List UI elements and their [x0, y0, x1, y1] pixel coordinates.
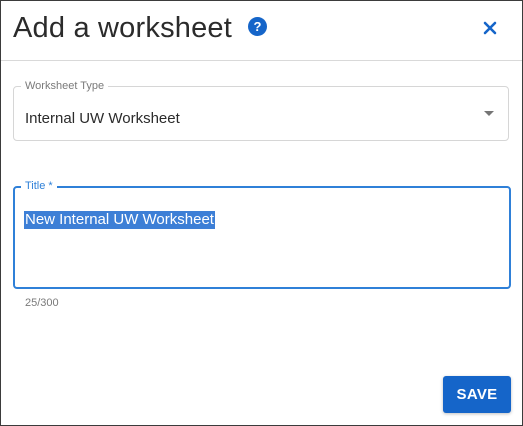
title-char-count: 25/300	[25, 297, 59, 309]
help-circle-icon[interactable]: ?	[248, 17, 267, 36]
title-value[interactable]: New Internal UW Worksheet	[24, 211, 215, 229]
worksheet-type-label: Worksheet Type	[21, 80, 109, 93]
worksheet-type-select[interactable]: Worksheet Type Internal UW Worksheet	[13, 80, 509, 141]
dialog-title: Add a worksheet	[13, 12, 233, 44]
svg-text:?: ?	[254, 19, 262, 34]
title-input[interactable]: Title * New Internal UW Worksheet	[13, 179, 511, 289]
dialog-header: Add a worksheet ?	[1, 1, 522, 61]
title-label: Title *	[21, 179, 57, 193]
close-icon[interactable]	[478, 16, 502, 40]
add-worksheet-dialog: Add a worksheet ? Worksheet Type Interna…	[0, 0, 523, 426]
worksheet-type-value: Internal UW Worksheet	[25, 110, 180, 127]
save-button[interactable]: SAVE	[443, 376, 511, 413]
dropdown-caret-icon	[484, 111, 494, 116]
